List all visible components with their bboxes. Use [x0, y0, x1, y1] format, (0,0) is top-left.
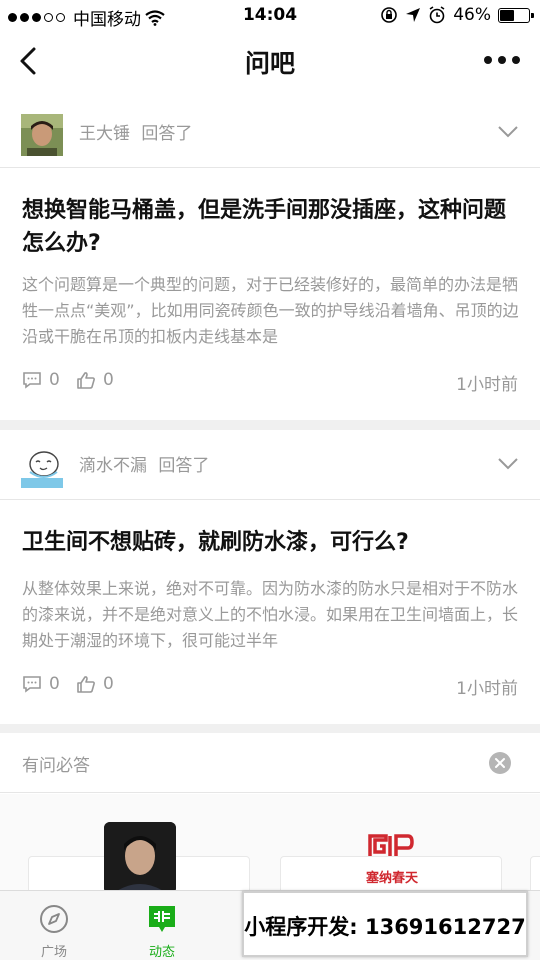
avatar[interactable]	[21, 114, 63, 156]
like-count[interactable]: 0	[76, 370, 114, 390]
author-action: 回答了	[158, 456, 210, 476]
divider	[0, 724, 540, 733]
more-dots-icon[interactable]	[484, 56, 520, 64]
post-time: 1小时前	[456, 679, 518, 699]
card-meta: 0 0 1小时前	[22, 370, 518, 395]
alarm-icon	[429, 6, 445, 24]
status-right: 46%	[380, 5, 534, 25]
like-count-value: 0	[103, 370, 114, 390]
like-count-value: 0	[103, 674, 114, 694]
brand-logo[interactable]: 塞纳春天	[356, 826, 428, 890]
comment-count[interactable]: 0	[22, 674, 60, 694]
question-title[interactable]: 卫生间不想贴砖，就刷防水漆，可行么?	[22, 526, 518, 559]
battery-percent: 46%	[453, 5, 491, 25]
rotation-lock-icon	[381, 7, 398, 23]
feed-card[interactable]: 王大锤 回答了 想换智能马桶盖，但是洗手间那没插座，这种问题怎么办? 这个问题算…	[0, 98, 540, 420]
author-name[interactable]: 滴水不漏	[79, 456, 147, 476]
answer-author: 王大锤 回答了	[79, 119, 192, 144]
location-icon	[406, 8, 421, 22]
comment-count-value: 0	[49, 370, 60, 390]
tab-square[interactable]: 广场	[0, 891, 108, 960]
expert-avatar[interactable]	[104, 822, 176, 894]
card-meta: 0 0 1小时前	[22, 674, 518, 699]
comment-icon	[23, 372, 41, 389]
card-header: 滴水不漏 回答了	[0, 430, 540, 500]
thumbs-up-icon	[77, 372, 95, 389]
comment-icon	[23, 676, 41, 693]
chevron-down-icon[interactable]	[498, 458, 518, 470]
section-header: 有问必答	[0, 733, 540, 793]
tab-feed[interactable]: 动态	[108, 891, 216, 960]
section-title: 有问必答	[22, 756, 90, 776]
page-title: 问吧	[244, 49, 295, 78]
answer-author: 滴水不漏 回答了	[79, 451, 209, 476]
tab-label: 广场	[40, 945, 67, 960]
close-circle-icon[interactable]	[489, 752, 511, 774]
status-bar: 中国移动 14:04 46%	[0, 0, 540, 30]
tab-label: 动态	[148, 945, 175, 960]
divider	[0, 420, 540, 430]
like-count[interactable]: 0	[76, 674, 114, 694]
question-title[interactable]: 想换智能马桶盖，但是洗手间那没插座，这种问题怎么办?	[22, 194, 518, 260]
battery-fill	[500, 9, 514, 21]
feed-card[interactable]: 滴水不漏 回答了 卫生间不想贴砖，就刷防水漆，可行么? 从整体效果上来说，绝对不…	[0, 430, 540, 724]
comment-count[interactable]: 0	[22, 370, 60, 390]
feed-icon	[149, 906, 175, 932]
brand-logo-caption: 塞纳春天	[366, 870, 419, 886]
card-header: 王大锤 回答了	[0, 98, 540, 168]
avatar[interactable]	[21, 446, 63, 488]
author-name[interactable]: 王大锤	[79, 124, 130, 144]
battery-icon	[498, 7, 534, 23]
post-time: 1小时前	[456, 375, 518, 395]
chevron-down-icon[interactable]	[498, 126, 518, 138]
answer-excerpt[interactable]: 这个问题算是一个典型的问题，对于已经装修好的，最简单的办法是牺牲一点点“美观”，…	[22, 272, 520, 350]
nav-bar: 问吧	[0, 30, 540, 92]
thumbs-up-icon	[77, 676, 95, 693]
comment-count-value: 0	[49, 674, 60, 694]
promo-banner: 小程序开发: 13691612727	[242, 891, 528, 957]
author-action: 回答了	[141, 124, 193, 144]
promo-text: 小程序开发: 13691612727	[244, 915, 526, 939]
answer-excerpt[interactable]: 从整体效果上来说，绝对不可靠。因为防水漆的防水只是相对于不防水的漆来说，并不是绝…	[22, 576, 520, 654]
expert-carousel: 塞纳春天	[0, 794, 540, 906]
compass-icon	[40, 905, 68, 933]
